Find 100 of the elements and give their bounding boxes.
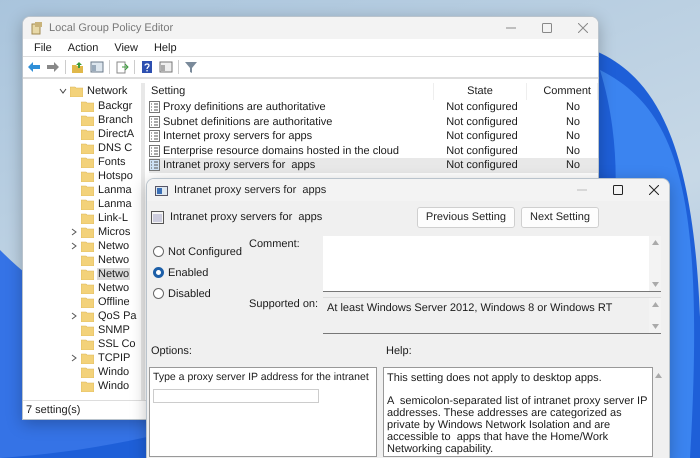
tree-item[interactable]: Lanma xyxy=(23,197,141,211)
tree-item-label: Fonts xyxy=(97,156,127,168)
tree-item-label: Netwo xyxy=(97,254,130,266)
options-label: Options: xyxy=(151,345,192,357)
tree-item-label: QoS Pa xyxy=(97,310,138,322)
tree-item[interactable]: Lanma xyxy=(23,183,141,197)
tree-item[interactable]: Link-L xyxy=(23,211,141,225)
comment-text: No xyxy=(564,101,581,114)
tree-item[interactable]: Backgr xyxy=(23,99,141,113)
help-label: Help: xyxy=(386,345,412,359)
folder-icon xyxy=(81,366,94,378)
maximize-icon xyxy=(613,185,623,195)
menu-item[interactable]: Action xyxy=(60,42,106,54)
menu-item[interactable]: File xyxy=(26,42,60,54)
tree-item[interactable]: Offline xyxy=(23,295,141,309)
collapsed-chevron-icon[interactable] xyxy=(70,312,78,320)
tree-item[interactable]: Windo xyxy=(23,379,141,393)
tree-item-label: Branch xyxy=(97,114,134,126)
folder-icon xyxy=(81,114,94,126)
next-setting-button[interactable]: Next Setting xyxy=(521,206,599,228)
tree-item[interactable]: Netwo xyxy=(23,267,141,281)
monitor-icon xyxy=(155,184,168,196)
radio-button[interactable] xyxy=(153,267,164,278)
folder-icon xyxy=(81,156,94,168)
policy-app-icon xyxy=(31,22,43,34)
menu-item[interactable]: View xyxy=(106,42,146,54)
previous-setting-button[interactable]: Previous Setting xyxy=(416,206,515,228)
expanded-chevron-icon[interactable] xyxy=(59,87,67,95)
help-icon[interactable] xyxy=(140,60,154,74)
ip-address-field[interactable] xyxy=(153,389,319,403)
tree-item-label: DirectA xyxy=(97,128,136,140)
window-title: Local Group Policy Editor xyxy=(49,22,174,34)
table-row[interactable]: Enterprise resource domains hosted in the cloud Not configured No xyxy=(149,144,598,158)
column-header[interactable]: Setting xyxy=(149,83,434,100)
tree-item-label: Backgr xyxy=(97,100,134,112)
menu-item[interactable]: Help xyxy=(146,42,185,54)
table-row[interactable]: Proxy definitions are authoritative Not configured No xyxy=(149,100,598,114)
tree-item[interactable]: SSL Co xyxy=(23,337,141,351)
forward-arrow-icon[interactable] xyxy=(46,60,60,74)
tree-item[interactable]: SNMP xyxy=(23,323,141,337)
folder-icon xyxy=(81,142,94,154)
folder-icon xyxy=(81,296,94,308)
folder-icon xyxy=(81,198,94,210)
comment-text: No xyxy=(564,159,581,172)
tree-item[interactable]: Windo xyxy=(23,365,141,379)
export-list-icon[interactable] xyxy=(115,60,129,74)
policy-heading: Intranet proxy servers for apps xyxy=(170,211,324,223)
tree-item[interactable]: DirectA xyxy=(23,127,141,141)
folder-icon xyxy=(81,324,94,336)
selected-table-row[interactable]: Intranet proxy servers for apps Not configured No xyxy=(149,158,598,172)
tree-item-label: SSL Co xyxy=(97,338,137,350)
table-row[interactable]: Subnet definitions are authoritative Not configured No xyxy=(149,114,598,129)
scroll-down-icon[interactable] xyxy=(652,324,658,329)
tree-item-label: Lanma xyxy=(97,184,133,196)
setting-name: Enterprise resource domains hosted in the cloud xyxy=(163,144,400,157)
tree-item[interactable]: Network xyxy=(23,83,141,99)
folder-icon xyxy=(81,282,94,294)
tree-item-label: Windo xyxy=(97,366,130,378)
scroll-up-icon[interactable] xyxy=(652,302,658,307)
tree-item[interactable]: TCPIP xyxy=(23,351,141,365)
comment-text: No xyxy=(564,116,581,128)
folder-icon xyxy=(81,380,94,392)
collapsed-chevron-icon[interactable] xyxy=(70,354,78,362)
radio-option[interactable]: Not Configured xyxy=(153,244,249,259)
scroll-up-icon[interactable] xyxy=(655,373,662,378)
supported-on-text: At least Windows Server 2012, Windows 8 or Windows RT xyxy=(326,301,614,316)
tree-item-label: TCPIP xyxy=(97,352,132,364)
policy-icon xyxy=(151,210,164,224)
state-text: Not configured xyxy=(445,130,519,142)
tree-item[interactable]: DNS C xyxy=(23,141,141,155)
radio-option[interactable]: Enabled xyxy=(153,265,249,280)
tree-item[interactable]: Netwo xyxy=(23,239,141,253)
scroll-down-icon[interactable] xyxy=(652,282,658,287)
tree-item[interactable]: Netwo xyxy=(23,281,141,295)
tree-item[interactable]: Netwo xyxy=(23,253,141,267)
filter-icon[interactable] xyxy=(184,60,198,74)
tree-item[interactable]: Branch xyxy=(23,113,141,127)
table-row[interactable]: Internet proxy servers for apps Not configured No xyxy=(149,129,598,144)
column-header[interactable]: State xyxy=(434,83,527,100)
tree-item-label: Hotspo xyxy=(97,170,134,182)
back-arrow-icon[interactable] xyxy=(27,60,41,74)
radio-button[interactable] xyxy=(153,246,164,257)
scroll-up-icon[interactable] xyxy=(652,240,658,245)
folder-up-icon[interactable] xyxy=(71,60,85,74)
folder-icon xyxy=(81,226,94,238)
column-header[interactable]: Comment xyxy=(527,83,598,100)
tree-item[interactable]: QoS Pa xyxy=(23,309,141,323)
tree-item[interactable]: Micros xyxy=(23,225,141,239)
pane-icon[interactable] xyxy=(90,60,104,74)
properties-icon[interactable] xyxy=(159,60,173,74)
setting-icon xyxy=(149,130,160,142)
option-prompt: Type a proxy server IP address for the intranet xyxy=(153,371,370,383)
setting-icon xyxy=(149,101,160,114)
radio-button[interactable] xyxy=(153,288,164,299)
state-text: Not configured xyxy=(445,144,519,157)
close-icon xyxy=(578,23,588,33)
tree-item[interactable]: Fonts xyxy=(23,155,141,169)
radio-option[interactable]: Disabled xyxy=(153,286,249,301)
tree-item[interactable]: Hotspo xyxy=(23,169,141,183)
state-text: Not configured xyxy=(445,116,519,128)
